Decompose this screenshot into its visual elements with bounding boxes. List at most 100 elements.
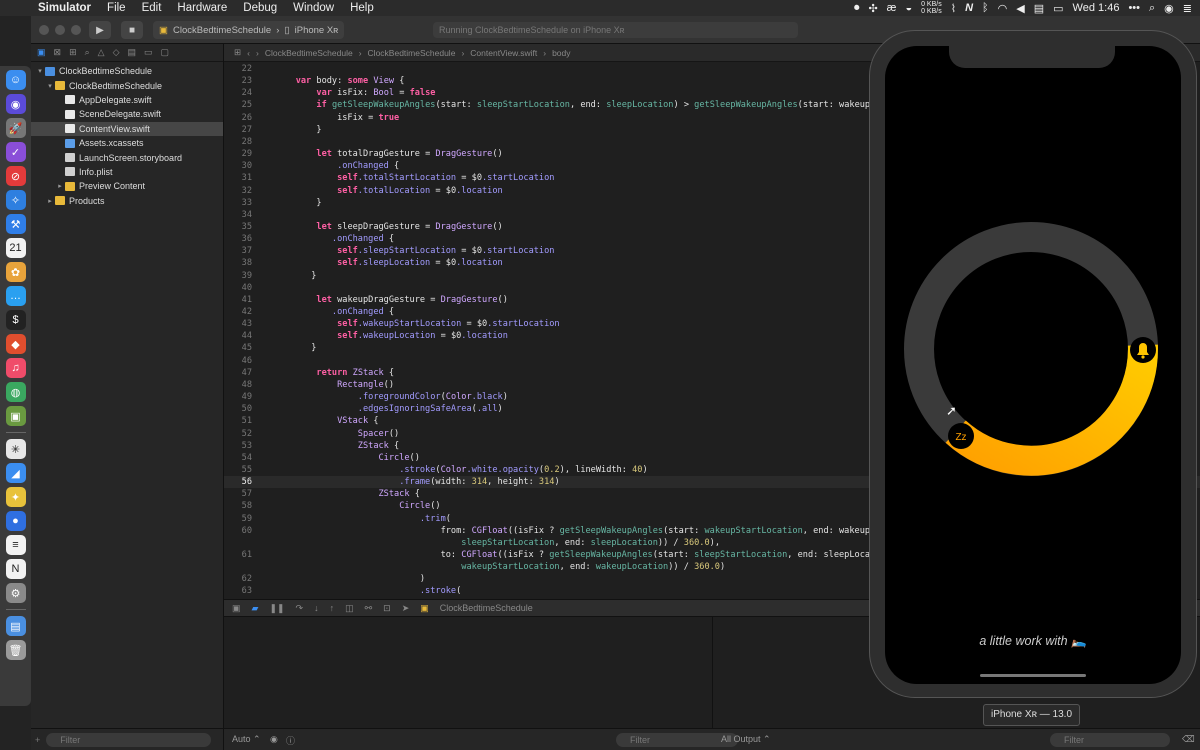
file-tree-row[interactable]: Info.plist <box>31 165 223 179</box>
safari-app-icon[interactable]: ✧ <box>5 190 26 210</box>
device-screen[interactable]: Zz a little work with 🛌 <box>885 46 1181 684</box>
file-tree-row[interactable]: ContentView.swift <box>31 121 223 136</box>
menu-edit[interactable]: Edit <box>134 2 170 14</box>
notion-app-icon[interactable]: N <box>5 559 26 579</box>
disclosure-triangle-icon[interactable]: ▾ <box>45 82 55 90</box>
file-tree-row[interactable]: ▸ Preview Content <box>31 179 223 193</box>
jump-folder[interactable]: ClockBedtimeSchedule <box>368 48 456 58</box>
hide-debug-icon[interactable]: ▣ <box>232 603 241 614</box>
home-indicator[interactable] <box>980 674 1086 677</box>
music-app-icon[interactable]: ♫ <box>5 358 26 378</box>
menu-window[interactable]: Window <box>285 2 342 14</box>
file-tree-row[interactable]: LaunchScreen.storyboard <box>31 150 223 164</box>
step-over-icon[interactable]: ↷ <box>296 603 304 614</box>
menu-help[interactable]: Help <box>342 2 382 14</box>
menu-file[interactable]: File <box>99 2 134 14</box>
wakeup-handle[interactable] <box>1130 337 1156 363</box>
ae-icon[interactable]: æ <box>887 2 897 14</box>
wifi-icon[interactable]: ◠ <box>998 2 1008 15</box>
pause-icon[interactable]: ❚❚ <box>269 603 284 614</box>
stop-button[interactable]: ■ <box>121 21 143 39</box>
notes-app-icon[interactable]: ≡ <box>5 535 26 555</box>
siri-icon[interactable]: ◉ <box>1164 2 1174 15</box>
control-center-icon[interactable]: ≣ <box>1183 2 1192 15</box>
volume-icon[interactable]: ◀ <box>1016 2 1024 15</box>
trash-icon[interactable]: ⌫ <box>1182 734 1195 745</box>
messages-app-icon[interactable]: … <box>5 286 26 306</box>
terminal-app-icon[interactable]: $ <box>5 310 26 330</box>
gamepad-icon[interactable]: ✣ <box>868 2 877 15</box>
breakpoint-tab-icon[interactable]: ▭ <box>144 47 153 58</box>
sim-app-icon[interactable]: ◢ <box>5 463 26 483</box>
disclosure-triangle-icon[interactable]: ▸ <box>45 197 55 205</box>
record-icon[interactable]: ⏺ <box>854 2 860 15</box>
step-out-icon[interactable]: ↑ <box>330 603 335 613</box>
downloads-app-icon[interactable]: ▤ <box>5 616 26 636</box>
add-icon[interactable]: + <box>35 735 40 745</box>
bluetooth-icon[interactable]: ᛒ <box>982 2 989 14</box>
network-graph-icon[interactable]: ⌇ <box>951 2 956 15</box>
close-window-button[interactable] <box>39 25 49 35</box>
jump-file[interactable]: ContentView.swift <box>470 48 537 58</box>
news-app-icon[interactable]: ⊘ <box>5 166 26 186</box>
location-app-icon[interactable]: ● <box>5 511 26 531</box>
forward-arrow-icon[interactable]: › <box>256 48 259 58</box>
console-filter-input[interactable]: Filter <box>1050 733 1170 747</box>
clock-text[interactable]: Wed 1:46 <box>1073 2 1120 14</box>
grid-icon[interactable]: ⊞ <box>234 47 241 58</box>
file-tree-row[interactable]: ▾ ClockBedtimeSchedule <box>31 78 223 92</box>
jump-project[interactable]: ClockBedtimeSchedule <box>265 48 353 58</box>
file-tree-row[interactable]: ▸ Products <box>31 194 223 208</box>
battery-icon[interactable]: ▭ <box>1053 2 1063 15</box>
menu-app-simulator[interactable]: Simulator <box>30 2 99 14</box>
auto-selector[interactable]: Auto ⌃ <box>232 734 261 745</box>
slack-app-icon[interactable]: ✳ <box>5 439 26 459</box>
preview-app-icon[interactable]: ▣ <box>5 406 26 426</box>
finder-app-icon[interactable]: ☺ <box>5 70 26 90</box>
zoom-window-button[interactable] <box>71 25 81 35</box>
launchpad-app-icon[interactable]: 🚀 <box>5 118 26 138</box>
maps-app-icon[interactable]: ◍ <box>5 382 26 402</box>
spotlight-icon[interactable]: ⌕ <box>1149 2 1155 15</box>
disclosure-triangle-icon[interactable]: ▾ <box>35 67 45 75</box>
network-stats[interactable]: 0 KB/s 0 KB/s <box>921 1 942 15</box>
siri-app-icon[interactable]: ◉ <box>5 94 26 114</box>
back-arrow-icon[interactable]: ‹ <box>247 48 250 58</box>
test-tab-icon[interactable]: ◇ <box>113 47 120 58</box>
view-hierarchy-icon[interactable]: ◫ <box>345 603 354 614</box>
report-tab-icon[interactable]: ▢ <box>161 47 170 58</box>
navigator-filter-input[interactable]: Filter <box>46 732 212 747</box>
disclosure-triangle-icon[interactable]: ▸ <box>55 182 65 190</box>
file-tree-row[interactable]: AppDelegate.swift <box>31 93 223 107</box>
find-tab-icon[interactable]: ⌕ <box>85 47 90 58</box>
minimize-window-button[interactable] <box>55 25 65 35</box>
eye-icon[interactable]: ◉ <box>270 734 278 745</box>
omnifocus-app-icon[interactable]: ✓ <box>5 142 26 162</box>
preferences-app-icon[interactable]: ⚙ <box>5 583 26 603</box>
drop-icon[interactable]: ◒ <box>905 2 912 14</box>
environment-icon[interactable]: ⊡ <box>383 603 391 614</box>
file-tree-row[interactable]: Assets.xcassets <box>31 136 223 150</box>
n-icon[interactable]: N <box>965 2 973 14</box>
calendar-app-icon[interactable]: 21 <box>5 238 26 258</box>
info-icon[interactable]: ⓘ <box>286 734 295 747</box>
symbol-tab-icon[interactable]: ⊞ <box>69 47 77 58</box>
more-icon[interactable]: ••• <box>1128 2 1140 14</box>
variables-filter-input[interactable]: Filter <box>616 733 738 747</box>
issue-tab-icon[interactable]: △ <box>98 47 105 58</box>
tes-app-icon[interactable]: ✦ <box>5 487 26 507</box>
folder-tab-icon[interactable]: ▣ <box>37 47 46 58</box>
jump-symbol[interactable]: body <box>552 48 570 58</box>
all-output-selector[interactable]: All Output ⌃ <box>721 734 771 745</box>
sleep-arc[interactable] <box>945 344 1158 476</box>
breakpoints-toggle-icon[interactable]: ▰ <box>252 603 259 614</box>
location-icon[interactable]: ➤ <box>402 603 410 614</box>
menu-hardware[interactable]: Hardware <box>169 2 235 14</box>
scheme-selector[interactable]: ▣ ClockBedtimeSchedule › ▯ iPhone Xʀ <box>153 21 345 39</box>
run-button[interactable]: ▶ <box>89 21 111 39</box>
source-control-tab-icon[interactable]: ⊠ <box>54 47 62 58</box>
flag-icon[interactable]: ▤ <box>1034 2 1044 15</box>
figma-app-icon[interactable]: ◆ <box>5 334 26 354</box>
step-in-icon[interactable]: ↓ <box>314 603 319 613</box>
file-tree-row[interactable]: ▾ ClockBedtimeSchedule <box>31 64 223 78</box>
